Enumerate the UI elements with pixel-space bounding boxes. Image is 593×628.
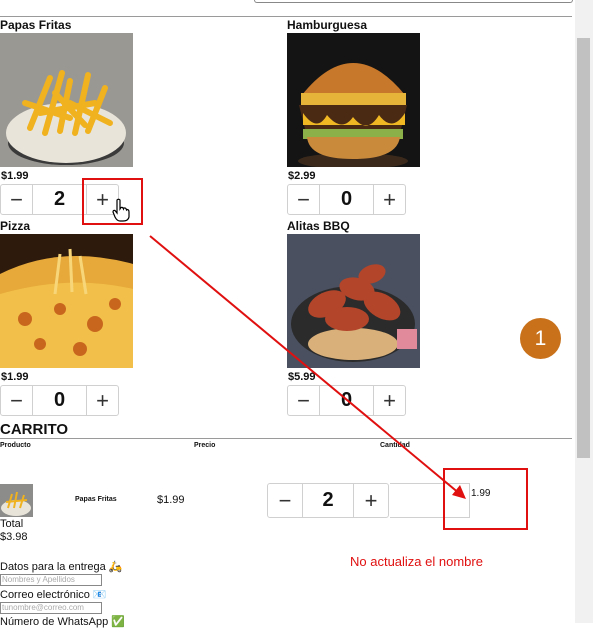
step-badge: 1 [520, 318, 561, 359]
scrollbar-thumb[interactable] [577, 38, 590, 458]
annotation-arrow [149, 235, 466, 499]
annotation-note: No actualiza el nombre [350, 554, 483, 569]
